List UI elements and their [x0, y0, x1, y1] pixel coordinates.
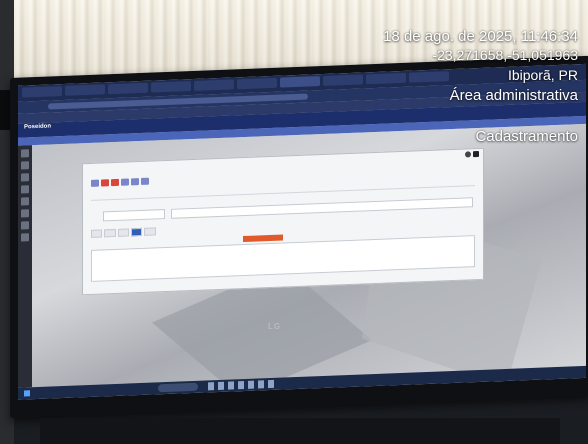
- taskbar-search[interactable]: [158, 382, 198, 393]
- sidebar: [18, 145, 32, 388]
- overlay-section: Cadastramento: [475, 128, 578, 145]
- form-tab[interactable]: [104, 228, 116, 238]
- sidebar-icon[interactable]: [21, 221, 29, 230]
- browser-tab[interactable]: [151, 81, 191, 93]
- sidebar-icon[interactable]: [21, 173, 29, 182]
- taskbar-app-icon[interactable]: [208, 382, 214, 391]
- toolbar-button[interactable]: [131, 178, 139, 186]
- app-logo: Poseidon: [24, 123, 52, 131]
- form-tab[interactable]: [117, 228, 129, 237]
- panel-tools: [465, 150, 479, 158]
- close-icon[interactable]: [473, 150, 479, 158]
- sidebar-icon[interactable]: [21, 197, 29, 206]
- taskbar-app-icon[interactable]: [238, 381, 244, 390]
- add-button[interactable]: [243, 234, 283, 243]
- overlay-city: Ibiporã, PR: [507, 67, 578, 83]
- start-icon[interactable]: [24, 390, 30, 397]
- sidebar-icon[interactable]: [21, 149, 29, 158]
- data-table: [91, 235, 475, 282]
- monitor-screen: Poseidon: [18, 63, 586, 400]
- browser-tab[interactable]: [22, 86, 62, 98]
- sidebar-icon[interactable]: [21, 185, 29, 194]
- form-tabs: [91, 227, 156, 238]
- monitor-brand-logo: LG: [268, 322, 282, 331]
- sidebar-icon[interactable]: [21, 233, 29, 242]
- taskbar-app-icon[interactable]: [258, 380, 264, 389]
- content-area: [32, 123, 586, 387]
- form-panel: [82, 147, 484, 296]
- form-toolbar: [91, 177, 149, 187]
- browser-tab[interactable]: [323, 74, 363, 86]
- browser-tab[interactable]: [194, 79, 234, 91]
- photo-scene: Poseidon LG 18 de ago. de 2025, 11:46:34…: [0, 0, 588, 444]
- form-tab[interactable]: [144, 227, 156, 236]
- help-icon[interactable]: [465, 151, 471, 158]
- taskbar-app-icon[interactable]: [248, 380, 254, 389]
- form-tab[interactable]: [91, 229, 103, 238]
- browser-tab[interactable]: [108, 82, 148, 95]
- browser-tab-active[interactable]: [280, 76, 320, 88]
- monitor: Poseidon: [10, 55, 588, 418]
- browser-tab[interactable]: [65, 84, 105, 96]
- taskbar-app-icon[interactable]: [228, 381, 234, 390]
- toolbar-button[interactable]: [141, 177, 149, 185]
- form-field[interactable]: [171, 197, 473, 219]
- toolbar-button[interactable]: [91, 179, 99, 187]
- toolbar-button[interactable]: [101, 179, 109, 187]
- sidebar-icon[interactable]: [21, 161, 29, 170]
- taskbar-app-icon[interactable]: [218, 381, 224, 391]
- taskbar-app-icon[interactable]: [268, 379, 274, 389]
- form-fields: [91, 197, 475, 222]
- toolbar-button[interactable]: [121, 178, 129, 186]
- browser-tab[interactable]: [366, 72, 406, 85]
- browser-tab[interactable]: [237, 77, 277, 90]
- toolbar-button[interactable]: [111, 178, 119, 187]
- overlay-datetime: 18 de ago. de 2025, 11:46:34: [383, 28, 578, 45]
- form-tab-active[interactable]: [130, 227, 143, 237]
- overlay-coordinates: -23,271658,-51,051963: [432, 47, 578, 63]
- form-field[interactable]: [103, 209, 165, 222]
- monitor-stand: [40, 418, 560, 444]
- sidebar-icon[interactable]: [21, 209, 29, 218]
- overlay-area: Área administrativa: [449, 87, 578, 104]
- browser-tab[interactable]: [409, 71, 449, 83]
